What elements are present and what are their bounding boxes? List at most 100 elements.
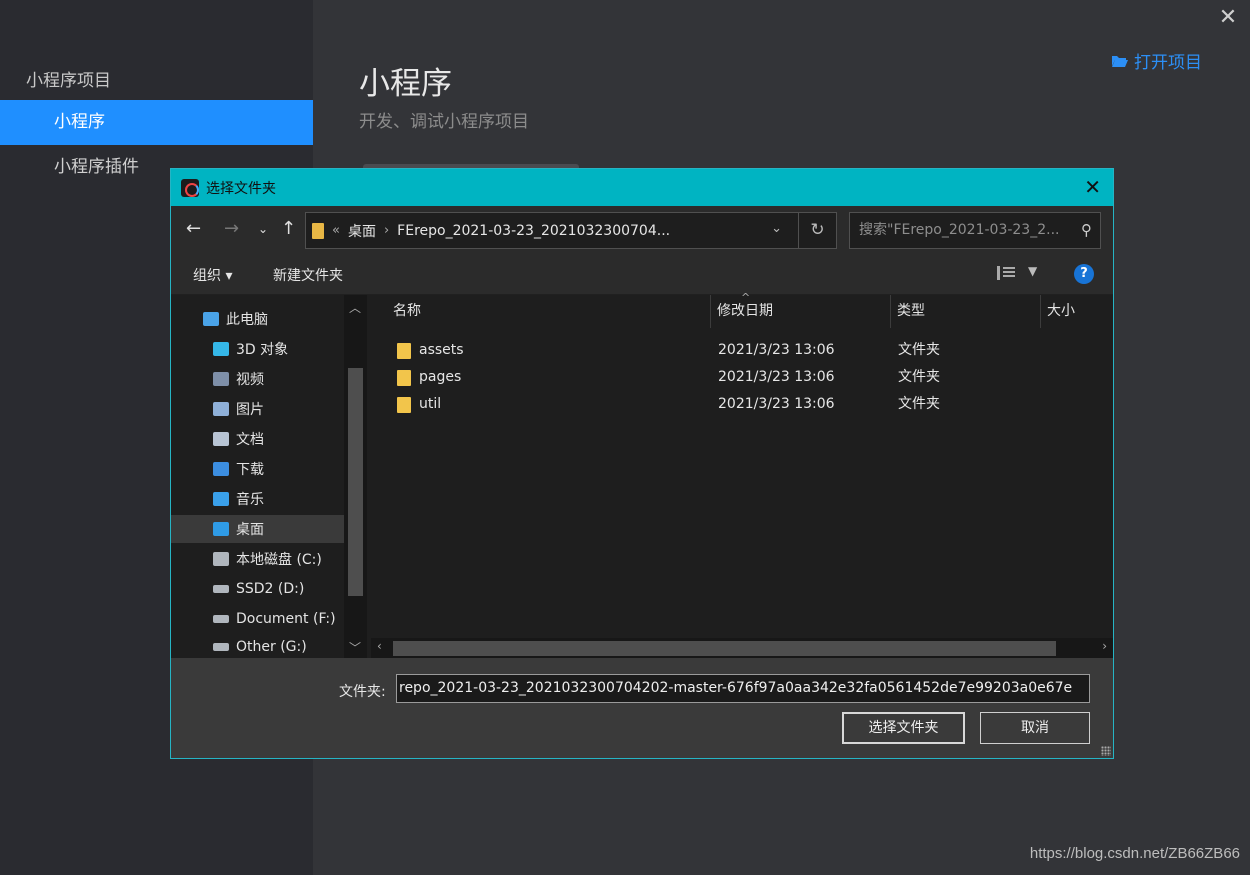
open-project-button[interactable]: 打开项目 xyxy=(1111,48,1202,73)
download-icon xyxy=(213,462,229,476)
file-row[interactable]: pages 2021/3/23 13:06 文件夹 xyxy=(381,364,1101,391)
file-row[interactable]: assets 2021/3/23 13:06 文件夹 xyxy=(381,337,1101,364)
new-folder-button[interactable]: 新建文件夹 xyxy=(273,265,343,285)
address-dropdown-icon[interactable]: ⌄ xyxy=(771,221,782,236)
tree-item-this-pc[interactable]: 此电脑 xyxy=(171,305,344,333)
breadcrumb-current[interactable]: FErepo_2021-03-23_2021032300704... xyxy=(397,223,670,239)
video-icon xyxy=(213,372,229,386)
browser-area: 此电脑 3D 对象 视频 图片 文档 下载 音乐 桌面 本地磁盘 (C:) SS… xyxy=(171,291,1113,658)
tree-item-drive-f[interactable]: Document (F:) xyxy=(171,605,344,633)
chevron-right-icon: › xyxy=(383,223,390,238)
drive-icon xyxy=(213,615,229,623)
view-details-icon[interactable] xyxy=(997,266,1015,280)
cancel-button[interactable]: 取消 xyxy=(980,712,1090,744)
file-name: util xyxy=(419,396,442,412)
horizontal-scrollbar[interactable]: ‹ › xyxy=(371,638,1113,658)
column-name[interactable]: 名称 xyxy=(387,295,711,328)
file-type: 文件夹 xyxy=(898,369,940,385)
folder-input[interactable]: repo_2021-03-23_2021032300704202-master-… xyxy=(396,674,1090,703)
scroll-up-icon[interactable]: ︿ xyxy=(349,299,361,316)
view-dropdown-icon[interactable]: ▼ xyxy=(1028,264,1037,278)
music-icon xyxy=(213,492,229,506)
folder-open-icon xyxy=(1112,55,1128,67)
desktop-icon xyxy=(213,522,229,536)
drive-icon xyxy=(213,642,229,651)
dialog-close-icon[interactable]: ✕ xyxy=(1084,176,1101,198)
file-date: 2021/3/23 13:06 xyxy=(718,342,835,358)
tree-item-desktop[interactable]: 桌面 xyxy=(171,515,344,543)
section-title: 小程序项目 xyxy=(26,71,111,91)
scrollbar-thumb[interactable] xyxy=(348,368,363,596)
tree-item-documents[interactable]: 文档 xyxy=(171,425,344,453)
tree-item-music[interactable]: 音乐 xyxy=(171,485,344,513)
back-arrow-icon[interactable]: ← xyxy=(186,218,201,240)
resize-grip-icon[interactable] xyxy=(1101,746,1111,756)
recent-dropdown-icon[interactable]: ⌄ xyxy=(258,218,268,240)
scroll-down-icon[interactable]: ﹀ xyxy=(349,639,361,656)
tree-item-label: 下载 xyxy=(236,462,264,478)
file-name: pages xyxy=(419,369,462,385)
tree-item-label: Document (F:) xyxy=(236,611,336,627)
scrollbar-thumb[interactable] xyxy=(393,641,1056,656)
app-logo-icon xyxy=(181,178,199,197)
organize-menu[interactable]: 组织 ▾ xyxy=(193,265,232,285)
open-project-label: 打开项目 xyxy=(1134,53,1202,73)
search-placeholder: 搜索"FErepo_2021-03-23_2... xyxy=(859,222,1060,238)
tree-item-label: Other (G:) xyxy=(236,638,307,655)
column-size[interactable]: 大小 xyxy=(1041,295,1113,328)
scroll-right-icon[interactable]: › xyxy=(1102,639,1107,653)
tree-item-label: 视频 xyxy=(236,372,264,388)
forward-arrow-icon[interactable]: → xyxy=(224,218,239,240)
app-close-icon[interactable]: ✕ xyxy=(1216,6,1240,30)
document-icon xyxy=(213,432,229,446)
toolbar: 组织 ▾ 新建文件夹 ▼ ? xyxy=(171,254,1113,294)
scroll-left-icon[interactable]: ‹ xyxy=(377,639,382,653)
refresh-icon[interactable]: ↻ xyxy=(798,213,836,248)
column-date[interactable]: 修改日期 xyxy=(711,295,891,328)
file-date: 2021/3/23 13:06 xyxy=(718,396,835,412)
tree-item-pictures[interactable]: 图片 xyxy=(171,395,344,423)
address-bar[interactable]: « 桌面 › FErepo_2021-03-23_2021032300704..… xyxy=(305,212,837,249)
tree-item-drive-d[interactable]: SSD2 (D:) xyxy=(171,575,344,603)
dialog-titlebar: 选择文件夹 ✕ xyxy=(171,169,1113,206)
cube-icon xyxy=(213,342,229,356)
tree-item-drive-c[interactable]: 本地磁盘 (C:) xyxy=(171,545,344,573)
help-icon[interactable]: ? xyxy=(1074,264,1094,284)
file-row[interactable]: util 2021/3/23 13:06 文件夹 xyxy=(381,391,1101,418)
tree-item-label: 音乐 xyxy=(236,492,264,508)
navigation-tree: 此电脑 3D 对象 视频 图片 文档 下载 音乐 桌面 本地磁盘 (C:) SS… xyxy=(171,295,367,658)
file-type: 文件夹 xyxy=(898,396,940,412)
page-subtitle: 开发、调试小程序项目 xyxy=(359,112,529,132)
breadcrumb-desktop[interactable]: 桌面 xyxy=(348,221,376,241)
drive-icon xyxy=(213,585,229,593)
tree-item-3d-objects[interactable]: 3D 对象 xyxy=(171,335,344,363)
file-list: ^ 名称 修改日期 类型 大小 assets 2021/3/23 13:06 文… xyxy=(371,291,1113,658)
search-input[interactable]: 搜索"FErepo_2021-03-23_2... ⚲ xyxy=(849,212,1101,249)
dialog-footer: 文件夹: repo_2021-03-23_2021032300704202-ma… xyxy=(171,658,1113,758)
navigation-bar: ← → ⌄ ↑ « 桌面 › FErepo_2021-03-23_2021032… xyxy=(171,206,1113,254)
breadcrumb-overflow[interactable]: « xyxy=(332,223,340,238)
tree-item-label: 此电脑 xyxy=(226,312,268,328)
tree-item-label: 本地磁盘 (C:) xyxy=(236,552,322,568)
tree-item-label: SSD2 (D:) xyxy=(236,581,305,597)
computer-icon xyxy=(203,312,219,326)
tree-item-downloads[interactable]: 下载 xyxy=(171,455,344,483)
column-type[interactable]: 类型 xyxy=(891,295,1041,328)
folder-icon xyxy=(397,370,411,386)
dialog-title: 选择文件夹 xyxy=(206,180,276,197)
tree-item-label: 文档 xyxy=(236,432,264,448)
picture-icon xyxy=(213,402,229,416)
folder-label: 文件夹: xyxy=(339,684,386,700)
nav-item-miniprogram[interactable]: 小程序 xyxy=(0,100,313,145)
tree-item-videos[interactable]: 视频 xyxy=(171,365,344,393)
file-name: assets xyxy=(419,342,464,358)
select-folder-button[interactable]: 选择文件夹 xyxy=(842,712,965,744)
folder-icon xyxy=(397,343,411,359)
tree-item-label: 图片 xyxy=(236,402,264,418)
tree-scrollbar[interactable]: ︿ ﹀ xyxy=(344,295,367,658)
select-folder-dialog: 选择文件夹 ✕ ← → ⌄ ↑ « 桌面 › FErepo_2021-03-23… xyxy=(170,168,1114,759)
tree-item-drive-g[interactable]: Other (G:) xyxy=(171,635,344,658)
tree-item-label: 桌面 xyxy=(236,522,264,538)
search-icon: ⚲ xyxy=(1081,221,1092,239)
up-arrow-icon[interactable]: ↑ xyxy=(281,218,296,240)
